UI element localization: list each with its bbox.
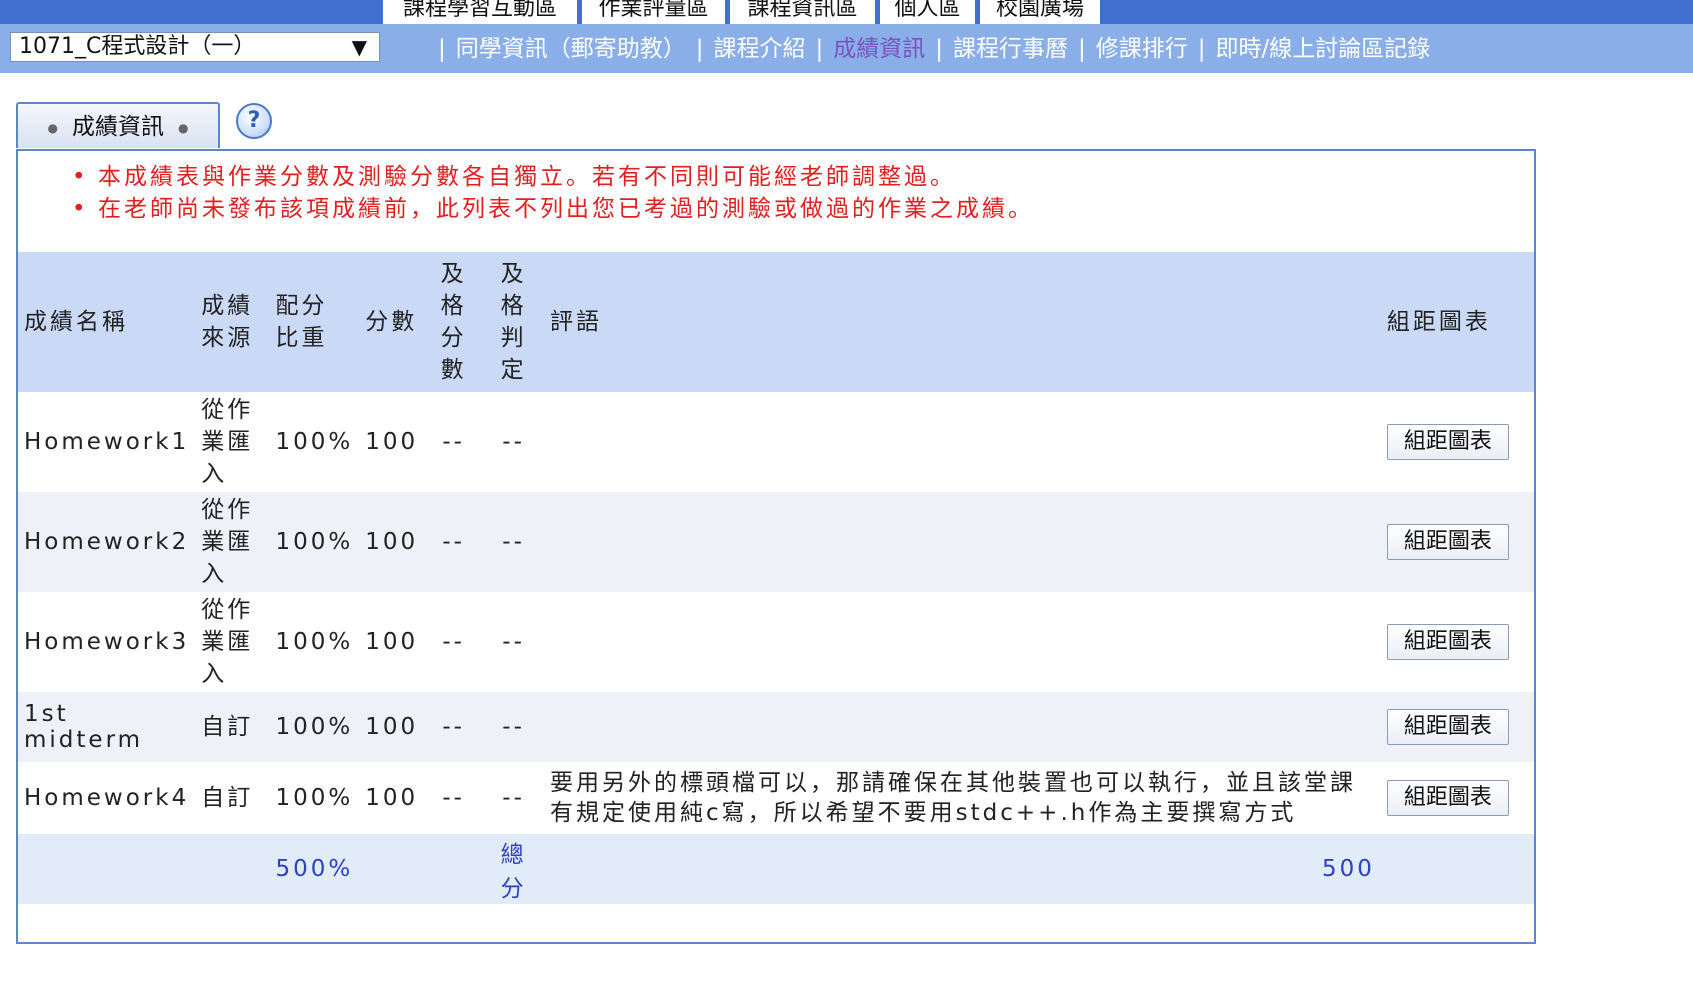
- total-score: 500: [1321, 856, 1375, 882]
- separator: |: [438, 36, 446, 62]
- cell-source: 自訂: [201, 785, 254, 811]
- chevron-down-icon[interactable]: ▼: [352, 33, 367, 61]
- cell-score: 100: [365, 714, 419, 740]
- header-name: 成績名稱: [24, 309, 128, 335]
- separator: |: [815, 36, 824, 62]
- cell-source: 自訂: [201, 714, 254, 740]
- table-row: Homework1 從作業匯入 100% 100 -- -- 組距圖表: [18, 392, 1534, 492]
- cell-pass-judge: --: [502, 629, 525, 655]
- nav-discussion-log[interactable]: 即時/線上討論區記錄: [1216, 36, 1431, 62]
- tab-course-interaction[interactable]: 課程學習互動區: [383, 0, 577, 24]
- notice-item: 在老師尚未發布該項成績前，此列表不列出您已考過的測驗或做過的作業之成績。: [72, 193, 1034, 225]
- cell-source: 從作業匯入: [201, 497, 254, 587]
- cell-comment: 要用另外的標頭檔可以，那請確保在其他裝置也可以執行，並且該堂課有規定使用純c寫，…: [550, 770, 1357, 826]
- tab-personal[interactable]: 個人區: [880, 0, 975, 24]
- cell-source: 從作業匯入: [201, 597, 254, 687]
- cell-pass-judge: --: [502, 785, 525, 811]
- cell-score: 100: [365, 429, 419, 455]
- table-row: 1st midterm 自訂 100% 100 -- -- 組距圖表: [18, 692, 1534, 762]
- cell-score: 100: [365, 629, 419, 655]
- nav-grades[interactable]: 成績資訊: [833, 36, 925, 62]
- cell-pass-score: --: [442, 629, 465, 655]
- help-icon[interactable]: ?: [236, 103, 272, 139]
- separator: |: [1078, 36, 1086, 62]
- chart-button[interactable]: 組距圖表: [1386, 524, 1509, 560]
- cell-name: Homework4: [24, 785, 190, 811]
- cell-name: 1st midterm: [24, 701, 144, 753]
- header-source: 成績來源: [201, 293, 254, 351]
- cell-comment: [544, 392, 1381, 492]
- header-comment: 評語: [550, 309, 603, 335]
- top-tab-bar: 課程學習互動區 作業評量區 課程資訊區 個人區 校園廣場: [0, 0, 1693, 24]
- cell-pass-judge: --: [502, 529, 525, 555]
- cell-pass-score: --: [442, 529, 465, 555]
- cell-score: 100: [365, 529, 419, 555]
- table-header-row: 成績名稱 成績來源 配分比重 分數 及格分數 及格判定 評語 組距圖表: [18, 252, 1534, 392]
- dot-icon: ●: [47, 120, 58, 135]
- tab-assignments[interactable]: 作業評量區: [582, 0, 725, 24]
- grades-panel: 本成績表與作業分數及測驗分數各自獨立。若有不同則可能經老師調整過。 在老師尚未發…: [16, 149, 1536, 944]
- cell-pass-score: --: [442, 785, 465, 811]
- header-chart: 組距圖表: [1386, 309, 1491, 335]
- separator: |: [695, 36, 704, 62]
- header-pass-judge: 及格判定: [500, 261, 527, 383]
- cell-pass-judge: --: [502, 714, 525, 740]
- separator: |: [1197, 36, 1206, 62]
- cell-pass-score: --: [442, 714, 465, 740]
- cell-comment: [544, 492, 1381, 592]
- section-tab-grades[interactable]: ● 成績資訊 ●: [16, 102, 220, 148]
- cell-weight: 100%: [275, 429, 354, 455]
- sub-nav-links: | 同學資訊（郵寄助教） | 課程介紹 | 成績資訊 | 課程行事曆 | 修課排行 | 即時/線上討論…: [428, 34, 1430, 64]
- course-select-value: 1071_C程式設計（一）: [19, 34, 256, 59]
- course-select[interactable]: 1071_C程式設計（一） ▼: [10, 32, 380, 62]
- total-weight: 500%: [275, 856, 354, 882]
- dot-icon: ●: [178, 120, 189, 135]
- chart-button[interactable]: 組距圖表: [1386, 424, 1509, 460]
- cell-comment: [544, 592, 1381, 692]
- cell-weight: 100%: [275, 785, 354, 811]
- total-label: 總分: [500, 842, 527, 902]
- cell-pass-judge: --: [502, 429, 525, 455]
- cell-name: Homework3: [24, 629, 190, 655]
- chart-button[interactable]: 組距圖表: [1386, 709, 1509, 745]
- cell-name: Homework2: [24, 529, 190, 555]
- table-row: Homework3 從作業匯入 100% 100 -- -- 組距圖表: [18, 592, 1534, 692]
- sub-nav: 1071_C程式設計（一） ▼ | 同學資訊（郵寄助教） | 課程介紹 | 成績資訊 | 課程…: [0, 24, 1693, 73]
- nav-classmates[interactable]: 同學資訊（郵寄助教）: [456, 36, 686, 62]
- nav-ranking[interactable]: 修課排行: [1096, 36, 1188, 62]
- cell-score: 100: [365, 785, 419, 811]
- header-weight: 配分比重: [275, 293, 328, 351]
- cell-pass-score: --: [442, 429, 465, 455]
- nav-calendar[interactable]: 課程行事曆: [953, 36, 1068, 62]
- cell-weight: 100%: [275, 714, 354, 740]
- nav-course-intro[interactable]: 課程介紹: [714, 36, 806, 62]
- tab-campus[interactable]: 校園廣場: [980, 0, 1100, 24]
- header-pass-score: 及格分數: [440, 261, 467, 383]
- chart-button[interactable]: 組距圖表: [1386, 780, 1509, 816]
- cell-weight: 100%: [275, 529, 354, 555]
- cell-weight: 100%: [275, 629, 354, 655]
- notice-item: 本成績表與作業分數及測驗分數各自獨立。若有不同則可能經老師調整過。: [72, 161, 1034, 193]
- table-row: Homework2 從作業匯入 100% 100 -- -- 組距圖表: [18, 492, 1534, 592]
- tab-course-info[interactable]: 課程資訊區: [730, 0, 875, 24]
- notice-list: 本成績表與作業分數及測驗分數各自獨立。若有不同則可能經老師調整過。 在老師尚未發…: [72, 161, 1034, 225]
- cell-comment: [544, 692, 1381, 762]
- cell-source: 從作業匯入: [201, 397, 254, 487]
- cell-name: Homework1: [24, 429, 190, 455]
- table-row: Homework4 自訂 100% 100 -- -- 要用另外的標頭檔可以，那…: [18, 762, 1534, 834]
- section-tab-label: 成績資訊: [72, 114, 164, 140]
- header-score: 分數: [365, 309, 418, 335]
- separator: |: [935, 36, 943, 62]
- chart-button[interactable]: 組距圖表: [1386, 624, 1509, 660]
- grades-table: 成績名稱 成績來源 配分比重 分數 及格分數 及格判定 評語 組距圖表 Home…: [18, 252, 1534, 904]
- table-total-row: 500% 總分 500: [18, 834, 1534, 904]
